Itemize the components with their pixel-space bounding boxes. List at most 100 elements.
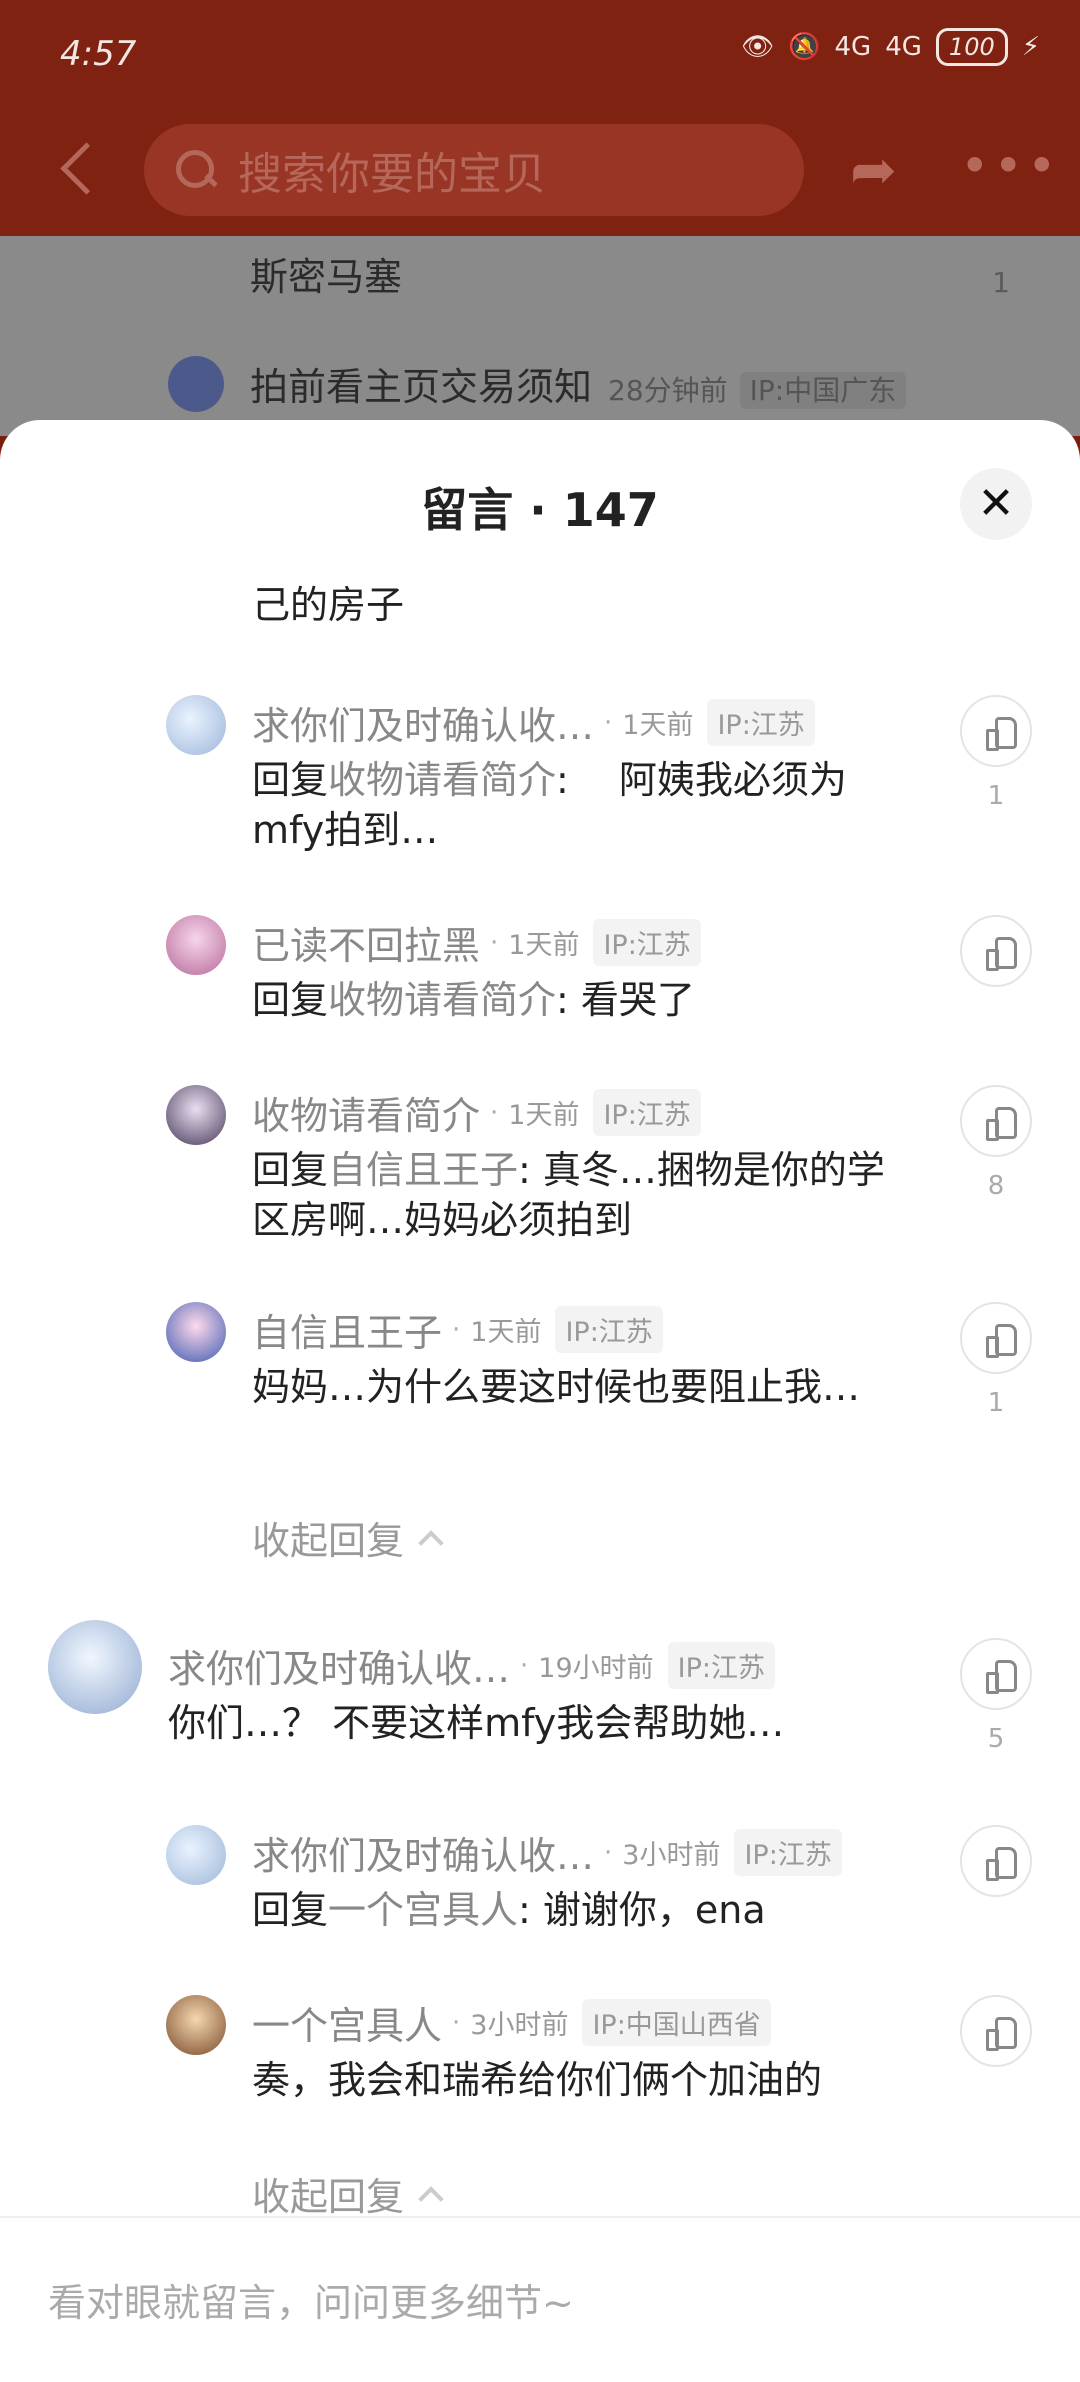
reply-target[interactable]: 收物请看简介 bbox=[328, 978, 556, 1022]
eye-icon: 👁 bbox=[741, 32, 775, 62]
battery: 100 bbox=[935, 28, 1008, 66]
comment-input-bar[interactable]: 看对眼就留言，问问更多细节~ bbox=[0, 2216, 1080, 2382]
avatar[interactable] bbox=[166, 1085, 226, 1145]
avatar[interactable] bbox=[166, 1995, 226, 2055]
comment-text[interactable]: 奏，我会和瑞希给你们俩个加油的 bbox=[252, 2055, 902, 2105]
comment-body: : 谢谢你，ena bbox=[518, 1888, 766, 1932]
like-icon[interactable] bbox=[960, 915, 1032, 987]
reply-prefix: 回复 bbox=[252, 1148, 329, 1192]
charging-icon: ⚡ bbox=[1021, 32, 1040, 62]
like-icon[interactable] bbox=[960, 695, 1032, 767]
comment-author[interactable]: 求你们及时确认收… bbox=[252, 1825, 594, 1880]
comment-head: 一个宫具人 · 3小时前 IP:中国山西省 bbox=[252, 1995, 771, 2050]
reply-prefix: 回复 bbox=[252, 758, 329, 802]
status-time: 4:57 bbox=[60, 34, 137, 74]
like-icon[interactable] bbox=[960, 1302, 1032, 1374]
collapse-replies-button[interactable]: 收起回复 bbox=[252, 2166, 444, 2221]
comment-body: 你们…？ 不要这样mfy我会帮助她… bbox=[168, 1701, 785, 1745]
bg-name: 拍前看主页交易须知 bbox=[250, 365, 593, 409]
nav-bar: 搜索你要的宝贝 ➦ ••• bbox=[0, 110, 1080, 236]
avatar[interactable] bbox=[166, 915, 226, 975]
like-count: 1 bbox=[987, 781, 1005, 811]
comments-sheet: 留言 · 147 ✕ 己的房子 求你们及时确认收… · 1天前 IP:江苏 回复收物请… bbox=[0, 420, 1080, 2382]
search-box[interactable]: 搜索你要的宝贝 bbox=[144, 124, 804, 216]
reply-prefix: 回复 bbox=[252, 978, 329, 1022]
comment-text[interactable]: 回复收物请看简介: 阿姨我必须为mfy拍到… bbox=[252, 755, 902, 855]
comment-body: 奏，我会和瑞希给你们俩个加油的 bbox=[252, 2058, 823, 2102]
comment-head: 求你们及时确认收… · 3小时前 IP:江苏 bbox=[252, 1825, 842, 1880]
comment-author[interactable]: 自信且王子 bbox=[252, 1302, 442, 1357]
search-icon bbox=[174, 148, 218, 192]
collapse-label: 收起回复 bbox=[252, 2175, 405, 2219]
bg-avatar bbox=[168, 356, 224, 412]
comment-time: 1天前 bbox=[470, 1317, 542, 1348]
more-icon[interactable]: ••• bbox=[960, 136, 1056, 206]
like-icon[interactable] bbox=[960, 1638, 1032, 1710]
sheet-header: 留言 · 147 ✕ bbox=[0, 420, 1080, 560]
comment-ip: IP:江苏 bbox=[707, 699, 815, 746]
avatar[interactable] bbox=[166, 1302, 226, 1362]
comment-ip: IP:江苏 bbox=[734, 1829, 842, 1876]
comment-text[interactable]: 回复自信且王子: 真冬…捆物是你的学区房啊…妈妈必须拍到 bbox=[252, 1145, 912, 1245]
bg-ip: IP:中国广东 bbox=[739, 372, 907, 409]
comment-ip: IP:江苏 bbox=[593, 1089, 701, 1136]
bg-like-count: 1 bbox=[992, 266, 1010, 299]
search-placeholder: 搜索你要的宝贝 bbox=[238, 149, 546, 200]
comment-time: 1天前 bbox=[508, 1100, 580, 1131]
avatar[interactable] bbox=[48, 1620, 142, 1714]
bg-comment-text: 斯密马塞 bbox=[250, 255, 403, 299]
like-count: 8 bbox=[987, 1171, 1005, 1201]
comment-text[interactable]: 妈妈…为什么要这时候也要阻止我… bbox=[252, 1362, 902, 1412]
signal-2: 4G bbox=[885, 32, 922, 62]
comment-ip: IP:江苏 bbox=[593, 919, 701, 966]
avatar[interactable] bbox=[166, 695, 226, 755]
chevron-up-icon bbox=[418, 1530, 444, 1556]
comment-author[interactable]: 求你们及时确认收… bbox=[168, 1638, 510, 1693]
comment-time: 3小时前 bbox=[470, 2010, 569, 2041]
comment-text[interactable]: 回复收物请看简介: 看哭了 bbox=[252, 975, 902, 1025]
comment-head: 收物请看简介 · 1天前 IP:江苏 bbox=[252, 1085, 701, 1140]
close-button[interactable]: ✕ bbox=[960, 468, 1032, 540]
status-bar: 4:57 👁 🔕 4G 4G 100 ⚡ bbox=[0, 0, 1080, 110]
comment-body: 妈妈…为什么要这时候也要阻止我… bbox=[252, 1365, 861, 1409]
comment-ip: IP:江苏 bbox=[555, 1306, 663, 1353]
chevron-up-icon bbox=[418, 2186, 444, 2212]
sheet-title: 留言 · 147 bbox=[421, 483, 659, 537]
avatar[interactable] bbox=[166, 1825, 226, 1885]
comment-text[interactable]: 回复一个宫具人: 谢谢你，ena bbox=[252, 1885, 902, 1935]
collapse-replies-button[interactable]: 收起回复 bbox=[252, 1510, 444, 1565]
bg-comment-head: 拍前看主页交易须知 28分钟前 IP:中国广东 bbox=[250, 356, 907, 411]
partial-comment-text: 己的房子 bbox=[252, 583, 405, 627]
comment-ip: IP:中国山西省 bbox=[582, 1999, 771, 2046]
comment-time: 1天前 bbox=[622, 710, 694, 741]
like-count: 1 bbox=[987, 1388, 1005, 1418]
collapse-label: 收起回复 bbox=[252, 1519, 405, 1563]
comment-time: 1天前 bbox=[508, 930, 580, 961]
comment-body: : 看哭了 bbox=[556, 978, 695, 1022]
comment-head: 已读不回拉黑 · 1天前 IP:江苏 bbox=[252, 915, 701, 970]
like-icon[interactable] bbox=[960, 1825, 1032, 1897]
reply-target[interactable]: 自信且王子 bbox=[328, 1148, 518, 1192]
comment-head: 求你们及时确认收… · 1天前 IP:江苏 bbox=[252, 695, 815, 750]
comment-input-placeholder[interactable]: 看对眼就留言，问问更多细节~ bbox=[48, 2272, 574, 2327]
comment-time: 3小时前 bbox=[622, 1840, 721, 1871]
comment-author[interactable]: 一个宫具人 bbox=[252, 1995, 442, 2050]
like-icon[interactable] bbox=[960, 1085, 1032, 1157]
signal-1: 4G bbox=[834, 32, 872, 62]
comment-head: 自信且王子 · 1天前 IP:江苏 bbox=[252, 1302, 663, 1357]
like-icon[interactable] bbox=[960, 1995, 1032, 2067]
comment-author[interactable]: 已读不回拉黑 bbox=[252, 915, 480, 970]
status-icons: 👁 🔕 4G 4G 100 ⚡ bbox=[741, 28, 1040, 66]
reply-prefix: 回复 bbox=[252, 1888, 329, 1932]
background-overlay: 斯密马塞 1 拍前看主页交易须知 28分钟前 IP:中国广东 bbox=[0, 236, 1080, 436]
comment-ip: IP:江苏 bbox=[667, 1642, 775, 1689]
comment-author[interactable]: 收物请看简介 bbox=[252, 1085, 480, 1140]
comment-author[interactable]: 求你们及时确认收… bbox=[252, 695, 594, 750]
back-button[interactable] bbox=[52, 132, 112, 204]
reply-target[interactable]: 一个宫具人 bbox=[328, 1888, 518, 1932]
comment-text[interactable]: 你们…？ 不要这样mfy我会帮助她… bbox=[168, 1698, 908, 1748]
share-icon[interactable]: ➦ bbox=[850, 136, 920, 206]
reply-target[interactable]: 收物请看简介 bbox=[328, 758, 556, 802]
comment-time: 19小时前 bbox=[538, 1653, 654, 1684]
bg-time: 28分钟前 bbox=[608, 374, 728, 407]
